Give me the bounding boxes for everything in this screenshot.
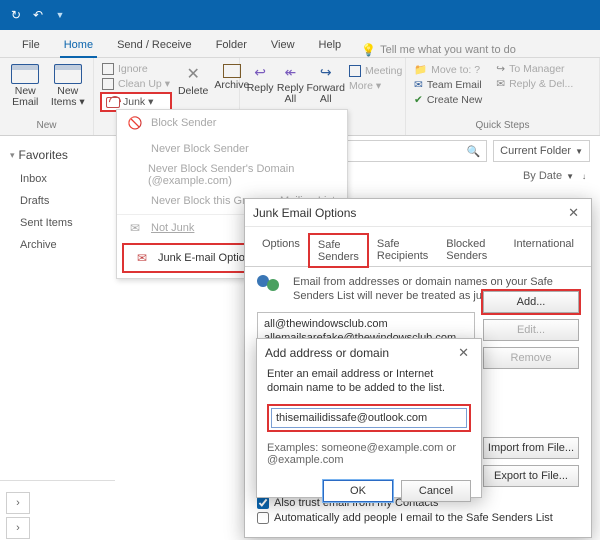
- refresh-icon[interactable]: ↻: [6, 5, 26, 25]
- search-icon: 🔍: [466, 145, 480, 158]
- nav-expand-button[interactable]: ›: [6, 492, 30, 514]
- menu-folder[interactable]: Folder: [204, 34, 259, 57]
- block-icon: 🚫: [127, 116, 143, 130]
- menu-block-sender: 🚫Block Sender: [117, 110, 347, 136]
- chevron-down-icon: ▼: [566, 172, 574, 181]
- delete-x-icon: ✕: [186, 64, 199, 84]
- add-address-dialog: Add address or domain ✕ Enter an email a…: [256, 338, 482, 498]
- envelope-icon: [11, 64, 39, 84]
- cleanup-button[interactable]: Clean Up ▾: [100, 77, 172, 91]
- add-button[interactable]: Add...: [483, 291, 579, 313]
- menu-never-block-domain: Never Block Sender's Domain (@example.co…: [117, 162, 347, 188]
- chk-auto-add[interactable]: Automatically add people I email to the …: [257, 512, 579, 524]
- new-items-button[interactable]: New Items ▾: [49, 62, 88, 108]
- reply-arrow-icon: ↩: [254, 64, 266, 81]
- envelope-icon: ✉: [127, 221, 143, 235]
- envelope-icon: [54, 64, 82, 84]
- quickstep-create-new[interactable]: ✔Create New: [412, 93, 484, 107]
- close-icon[interactable]: ✕: [454, 343, 473, 363]
- tell-me-label: Tell me what you want to do: [380, 44, 516, 56]
- window-titlebar: ↻ ↶ ▼: [0, 0, 600, 30]
- tab-international[interactable]: International: [504, 233, 583, 266]
- qat-dropdown-icon[interactable]: ▼: [50, 5, 70, 25]
- dialog-prompt: Enter an email address or Internet domai…: [267, 367, 471, 396]
- dialog-title: Junk Email Options: [253, 206, 356, 220]
- dialog-title: Add address or domain: [265, 346, 389, 360]
- list-item[interactable]: all@thewindowsclub.com: [264, 317, 468, 331]
- remove-button: Remove: [483, 347, 579, 369]
- dialog-tabs: Options Safe Senders Safe Recipients Blo…: [245, 227, 591, 267]
- import-from-file-button[interactable]: Import from File...: [483, 437, 579, 459]
- reply-all-arrow-icon: ↞: [284, 64, 296, 81]
- new-email-button[interactable]: New Email: [6, 62, 45, 108]
- sidebar-item-drafts[interactable]: Drafts: [0, 190, 115, 212]
- sidebar-item-archive[interactable]: Archive: [0, 234, 115, 256]
- cancel-button[interactable]: Cancel: [401, 480, 471, 502]
- menu-home[interactable]: Home: [52, 34, 105, 57]
- junk-options-icon: ✉: [134, 251, 150, 265]
- sidebar-item-sent[interactable]: Sent Items: [0, 212, 115, 234]
- address-input[interactable]: [271, 408, 467, 428]
- reply-button[interactable]: ↩Reply: [246, 62, 274, 105]
- meeting-button[interactable]: Meeting: [347, 64, 399, 78]
- menubar: File Home Send / Receive Folder View Hel…: [0, 30, 600, 58]
- folder-sidebar: Favorites Inbox Drafts Sent Items Archiv…: [0, 136, 115, 540]
- close-icon[interactable]: ✕: [564, 203, 583, 223]
- delete-button[interactable]: ✕ Delete: [178, 62, 208, 112]
- forward-button[interactable]: ↪Forward All: [306, 62, 345, 105]
- chevron-down-icon: ▼: [575, 147, 583, 156]
- ribbon-group-new: New: [6, 120, 87, 131]
- tab-blocked-senders[interactable]: Blocked Senders: [437, 233, 504, 266]
- forward-arrow-icon: ↪: [320, 64, 332, 81]
- junk-icon: [106, 97, 120, 108]
- tab-options[interactable]: Options: [253, 233, 309, 266]
- menu-send-receive[interactable]: Send / Receive: [105, 34, 204, 57]
- tell-me-search[interactable]: 💡 Tell me what you want to do: [361, 43, 516, 57]
- edit-button: Edit...: [483, 319, 579, 341]
- export-to-file-button[interactable]: Export to File...: [483, 465, 579, 487]
- sidebar-item-inbox[interactable]: Inbox: [0, 168, 115, 190]
- ribbon-group-quicksteps: Quick Steps: [412, 120, 593, 131]
- ok-button[interactable]: OK: [323, 480, 393, 502]
- archive-box-icon: [223, 64, 241, 78]
- tab-safe-senders[interactable]: Safe Senders: [309, 234, 368, 267]
- people-icon: [257, 275, 285, 295]
- quickstep-to-manager[interactable]: ↪To Manager: [494, 62, 575, 76]
- examples-text: Examples: someone@example.com or @exampl…: [267, 442, 471, 466]
- menu-file[interactable]: File: [10, 34, 52, 57]
- sort-by-date[interactable]: By Date▼↓: [523, 170, 586, 182]
- search-scope-dropdown[interactable]: Current Folder▼: [493, 140, 590, 162]
- favorites-header[interactable]: Favorites: [0, 136, 115, 168]
- quickstep-move-to[interactable]: 📁Move to: ?: [412, 62, 484, 77]
- quickstep-reply-delete[interactable]: ✉Reply & Del...: [494, 77, 575, 91]
- more-respond-button[interactable]: More ▾: [347, 79, 399, 93]
- tab-safe-recipients[interactable]: Safe Recipients: [368, 233, 437, 266]
- menu-view[interactable]: View: [259, 34, 307, 57]
- reply-all-button[interactable]: ↞Reply All: [276, 62, 304, 105]
- menu-never-block-sender: Never Block Sender: [117, 136, 347, 162]
- menu-help[interactable]: Help: [307, 34, 354, 57]
- ignore-button[interactable]: Ignore: [100, 62, 172, 76]
- nav-expand-button[interactable]: ›: [6, 517, 30, 539]
- lightbulb-icon: 💡: [361, 43, 376, 57]
- quickstep-team-email[interactable]: ✉Team Email: [412, 78, 484, 92]
- undo-icon[interactable]: ↶: [28, 5, 48, 25]
